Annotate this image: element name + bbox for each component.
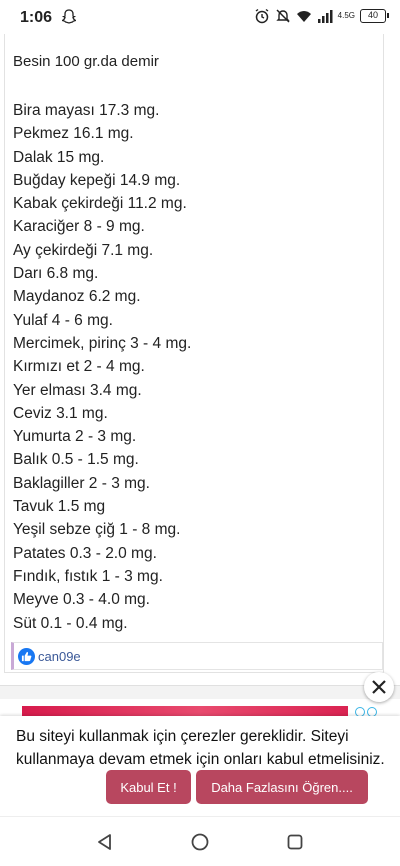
learn-more-button[interactable]: Daha Fazlasını Öğren.... <box>196 770 368 804</box>
mute-icon <box>275 9 290 23</box>
close-ad-button[interactable] <box>364 672 394 702</box>
list-item: Darı 6.8 mg. <box>13 265 99 283</box>
nav-home-icon <box>191 833 209 851</box>
nav-home-button[interactable] <box>188 830 212 854</box>
list-item: Maydanoz 6.2 mg. <box>13 288 141 306</box>
list-item: Kırmızı et 2 - 4 mg. <box>13 358 145 376</box>
list-item: Patates 0.3 - 2.0 mg. <box>13 544 157 562</box>
snapchat-icon <box>62 9 76 24</box>
liked-by-user[interactable]: can09e <box>38 649 81 664</box>
like-box: can09e <box>11 642 383 670</box>
list-item: Ceviz 3.1 mg. <box>13 404 108 422</box>
nav-recents-icon <box>287 834 303 850</box>
section-divider <box>0 685 400 699</box>
post-intro: Besin 100 gr.da demir <box>13 53 159 70</box>
signal-icon <box>317 10 333 23</box>
like-icon[interactable] <box>18 647 35 665</box>
nav-back-icon <box>98 834 111 850</box>
navigation-bar <box>0 816 400 866</box>
list-item: Yulaf 4 - 6 mg. <box>13 311 113 329</box>
list-item: Balık 0.5 - 1.5 mg. <box>13 451 139 469</box>
post-card: Besin 100 gr.da demir Bira mayası 17.3 m… <box>4 28 384 673</box>
list-item: Yeşil sebze çiğ 1 - 8 mg. <box>13 521 181 539</box>
battery-icon: 40 <box>360 9 389 23</box>
cookie-banner: Bu siteyi kullanmak için çerezler gerekl… <box>0 716 400 816</box>
list-item: Dalak 15 mg. <box>13 148 105 166</box>
list-item: Fındık, fıstık 1 - 3 mg. <box>13 567 163 585</box>
list-item: Karaciğer 8 - 9 mg. <box>13 218 145 236</box>
list-item: Tavuk 1.5 mg <box>13 498 106 516</box>
network-type: 4.5G <box>337 11 355 20</box>
list-item: Kabak çekirdeği 11.2 mg. <box>13 195 187 213</box>
cookie-message: Bu siteyi kullanmak için çerezler gerekl… <box>16 728 385 768</box>
list-item: Baklagiller 2 - 3 mg. <box>13 474 150 492</box>
iron-content-list: Bira mayası 17.3 mg. Pekmez 16.1 mg. Dalak… <box>13 99 191 635</box>
list-item: Mercimek, pirinç 3 - 4 mg. <box>13 334 192 352</box>
alarm-icon <box>255 8 269 24</box>
list-item: Süt 0.1 - 0.4 mg. <box>13 614 128 632</box>
close-icon <box>372 680 386 694</box>
wifi-icon <box>296 11 311 22</box>
list-item: Yumurta 2 - 3 mg. <box>13 428 137 446</box>
list-item: Meyve 0.3 - 4.0 mg. <box>13 591 150 609</box>
list-item: Buğday kepeği 14.9 mg. <box>13 171 181 189</box>
status-bar: 1:06 4.5G 40 <box>0 0 400 34</box>
accept-cookies-button[interactable]: Kabul Et ! <box>106 770 191 804</box>
status-time: 1:06 <box>20 9 53 26</box>
nav-recents-button[interactable] <box>283 830 307 854</box>
list-item: Bira mayası 17.3 mg. <box>13 102 160 119</box>
nav-back-button[interactable] <box>93 830 117 854</box>
list-item: Ay çekirdeği 7.1 mg. <box>13 241 154 259</box>
list-item: Pekmez 16.1 mg. <box>13 125 134 143</box>
list-item: Yer elması 3.4 mg. <box>13 381 142 399</box>
